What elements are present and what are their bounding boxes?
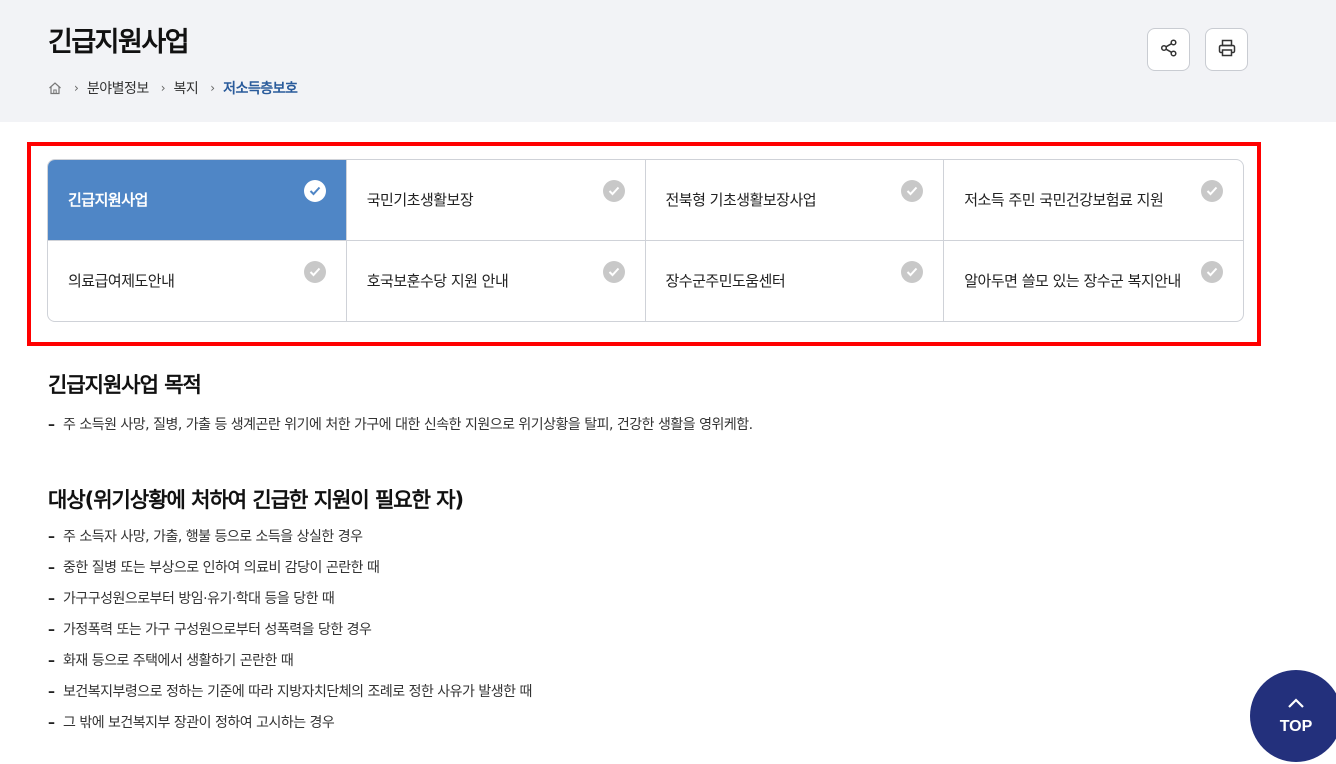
check-icon [901,261,924,283]
tab-resident-help-center[interactable]: 장수군주민도움센터 [646,241,945,321]
list-item: – 그 밖에 보건복지부 장관이 정하여 고시하는 경우 [48,708,532,739]
purpose-list: – 주 소득원 사망, 질병, 가출 등 생계곤란 위기에 처한 가구에 대한 신… [48,410,753,441]
check-icon [901,180,924,202]
list-item: – 보건복지부령으로 정하는 기준에 따라 지방자치단체의 조례로 정한 사유가 … [48,677,532,708]
tab-label: 장수군주민도움센터 [665,272,786,290]
list-marker: – [48,653,55,669]
chevron-right-icon: › [210,81,216,95]
tab-label: 알아두면 쓸모 있는 장수군 복지안내 [964,272,1181,290]
check-icon [1201,261,1223,283]
section-title-purpose: 긴급지원사업 목적 [48,373,202,397]
tab-label: 전북형 기초생활보장사업 [665,190,817,209]
tab-emergency-support[interactable]: 긴급지원사업 [48,160,347,241]
check-icon [1201,180,1223,202]
check-icon [303,261,326,283]
list-marker: – [48,417,55,433]
section-title-target: 대상(위기상황에 처하여 긴급한 지원이 필요한 자) [48,488,464,512]
tab-label: 호국보훈수당 지원 안내 [366,272,509,290]
list-item: – 중한 질병 또는 부상으로 인하여 의료비 감당이 곤란한 때 [48,553,532,584]
list-marker: – [48,560,55,576]
list-marker: – [48,529,55,545]
tab-medical-aid[interactable]: 의료급여제도안내 [48,241,347,321]
chevron-up-icon [1287,696,1305,714]
tab-label: 국민기초생활보장 [366,190,474,209]
breadcrumb-item[interactable]: 복지 [174,78,199,98]
tab-label: 긴급지원사업 [68,190,148,209]
breadcrumb-item[interactable]: 분야별정보 [87,78,149,98]
sub-menu-tabs: 긴급지원사업 국민기초생활보장 전북형 기초생활보장사업 저소득 주민 국민건강… [47,159,1244,322]
list-item: – 가정폭력 또는 가구 구성원으로부터 성폭력을 당한 경우 [48,615,532,646]
chevron-right-icon: › [74,81,79,95]
list-marker: – [48,715,55,731]
share-icon [1159,38,1179,62]
list-item: – 화재 등으로 주택에서 생활하기 곤란한 때 [48,646,532,677]
check-icon [303,180,326,202]
check-icon [602,261,625,283]
list-item: – 가구구성원으로부터 방임·유기·학대 등을 당한 때 [48,584,532,615]
tab-useful-welfare-guide[interactable]: 알아두면 쓸모 있는 장수군 복지안내 [944,241,1243,321]
scroll-top-button[interactable]: TOP [1250,670,1336,762]
tab-veterans-allowance[interactable]: 호국보훈수당 지원 안내 [347,241,646,321]
print-icon [1217,38,1237,62]
page-title: 긴급지원사업 [48,27,190,58]
target-list: – 주 소득자 사망, 가출, 행불 등으로 소득을 상실한 경우 – 중한 질병 … [48,522,532,739]
breadcrumb-current[interactable]: 저소득층보호 [223,78,298,98]
breadcrumb: › 분야별정보 › 복지 › 저소득층보호 [48,78,298,98]
home-icon[interactable] [48,81,62,95]
print-button[interactable] [1205,28,1248,71]
header-band [0,0,1336,122]
chevron-right-icon: › [160,81,166,95]
list-item: – 주 소득자 사망, 가출, 행불 등으로 소득을 상실한 경우 [48,522,532,553]
top-button-label: TOP [1279,718,1313,735]
tab-basic-livelihood[interactable]: 국민기초생활보장 [346,160,646,241]
tab-jeonbuk-livelihood[interactable]: 전북형 기초생활보장사업 [645,160,945,241]
list-marker: – [48,622,55,638]
check-icon [602,180,625,202]
list-marker: – [48,684,55,700]
tab-label: 의료급여제도안내 [68,272,175,290]
list-item: – 주 소득원 사망, 질병, 가출 등 생계곤란 위기에 처한 가구에 대한 신… [48,410,753,441]
tab-label: 저소득 주민 국민건강보험료 지원 [964,190,1164,209]
tab-health-insurance-support[interactable]: 저소득 주민 국민건강보험료 지원 [944,160,1243,241]
share-button[interactable] [1147,28,1190,71]
list-marker: – [48,591,55,607]
